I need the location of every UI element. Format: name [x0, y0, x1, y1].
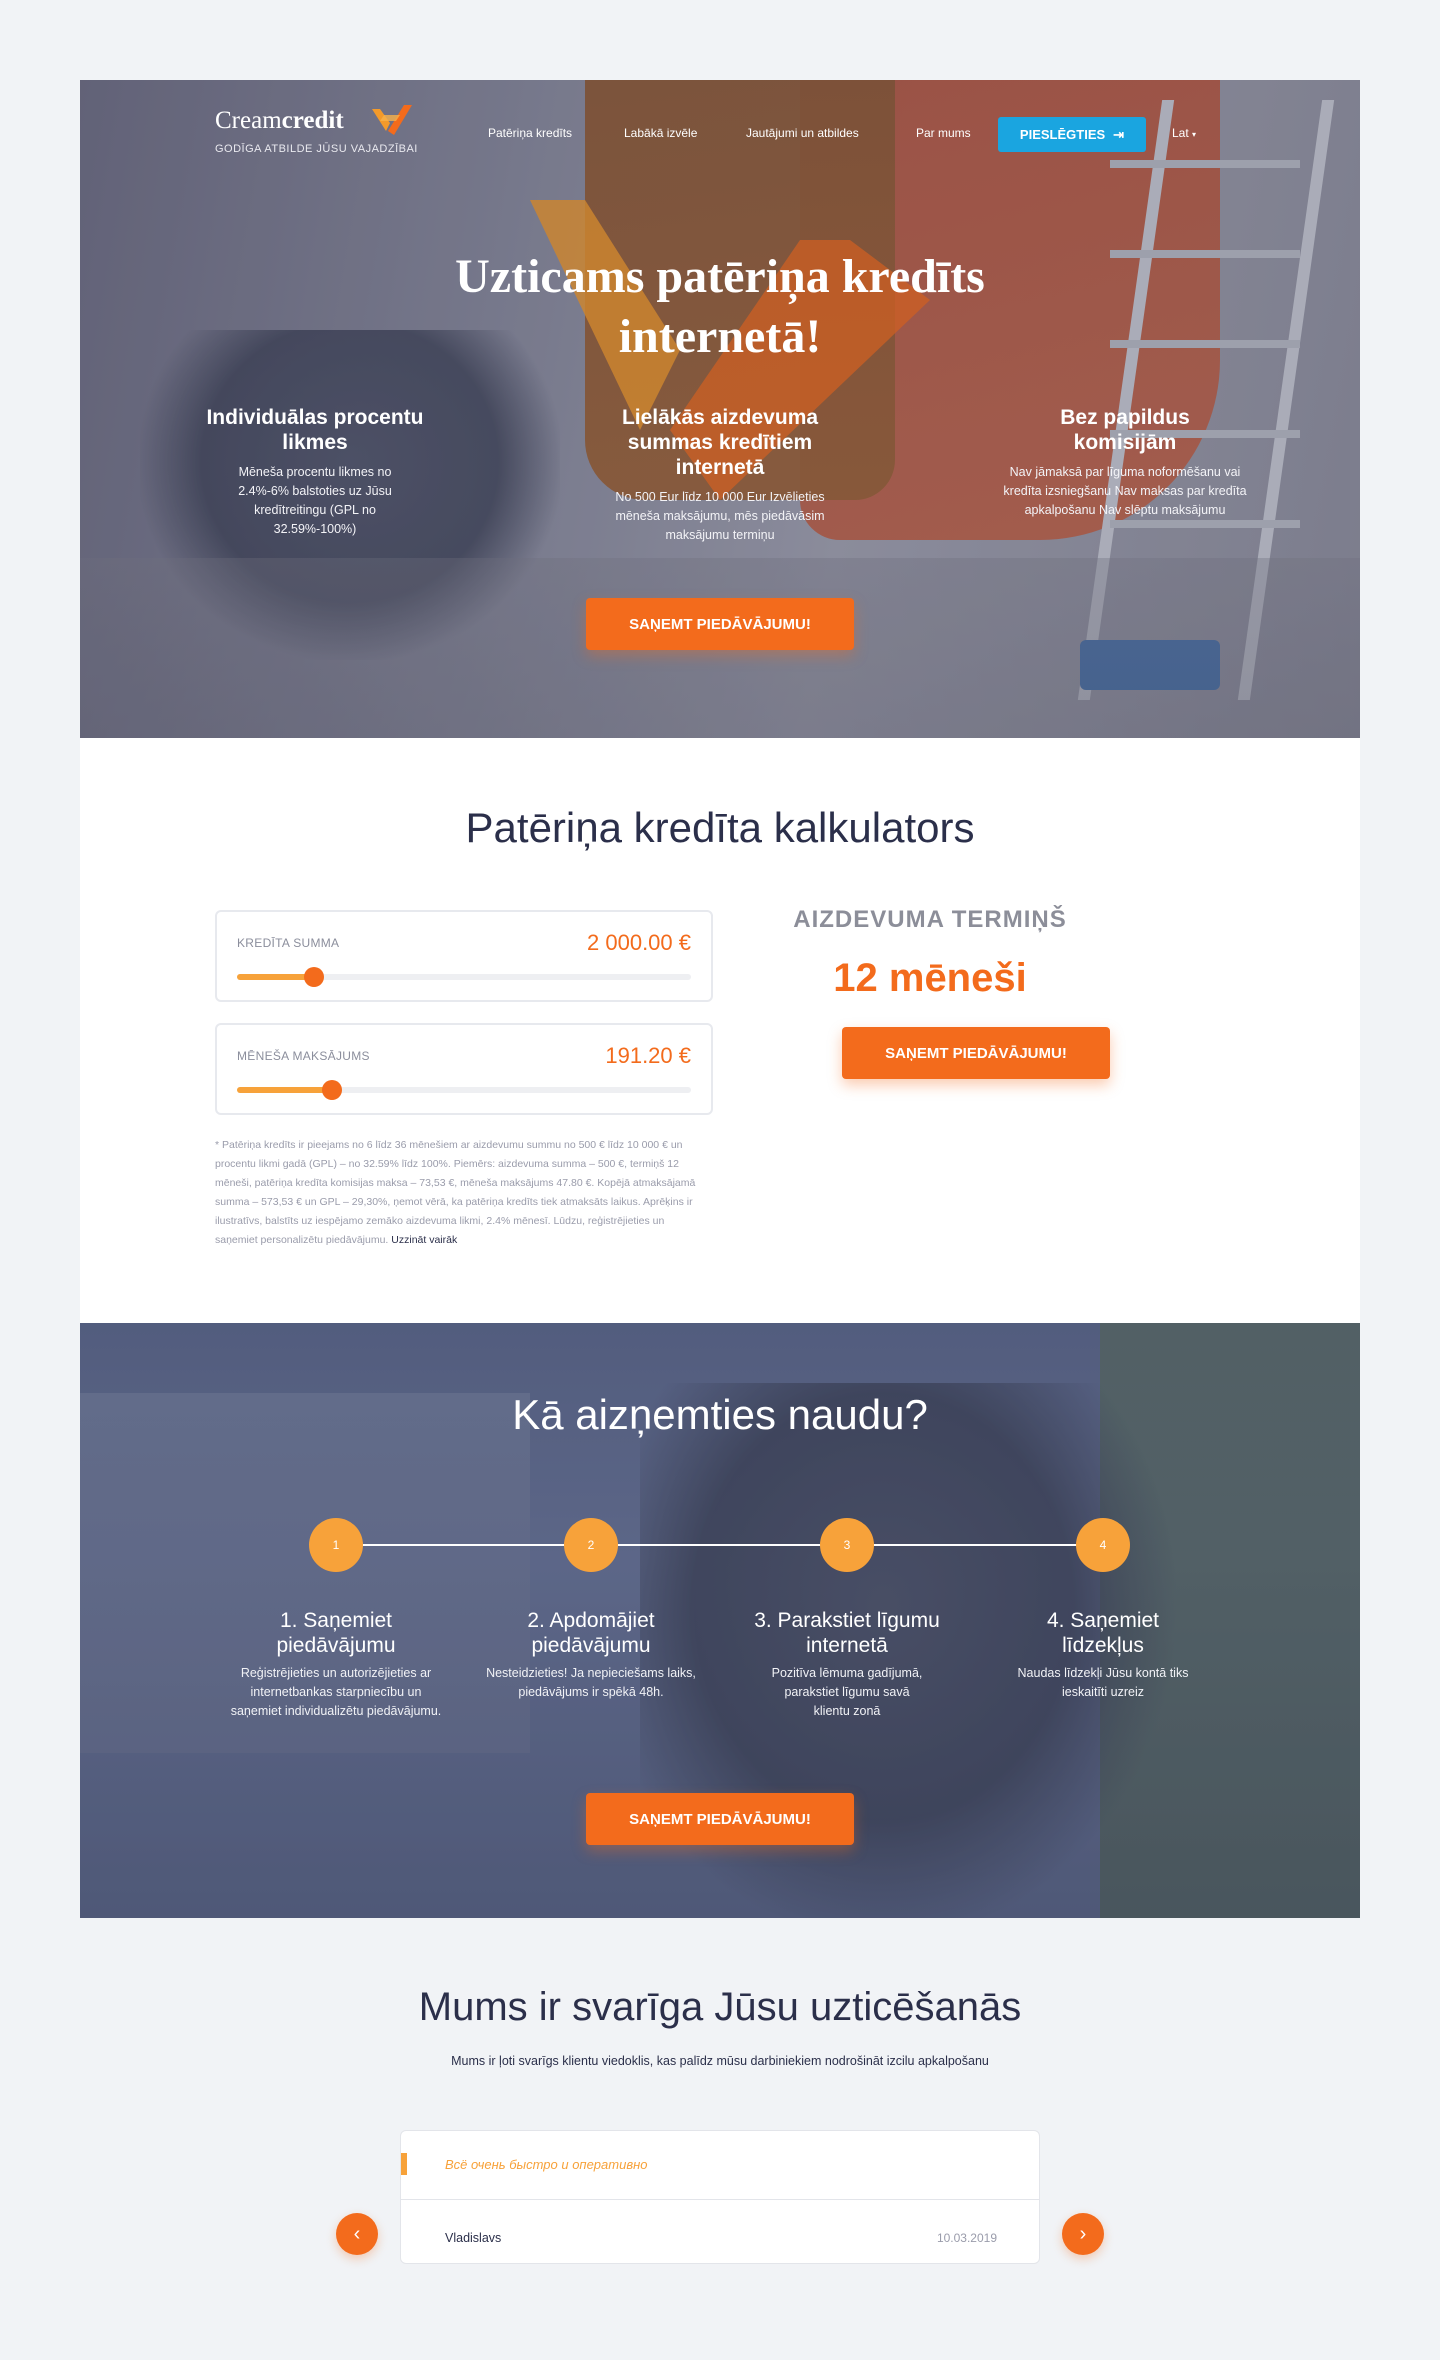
hero-title: Uzticams patēriņa kredīts internetā!: [455, 250, 985, 363]
loan-term-label: AIZDEVUMA TERMIŅŠ: [793, 906, 1067, 933]
step-4-text: Naudas līdzekļi Jūsu kontā tiks ieskaitī…: [1017, 1666, 1189, 1699]
step-3-text: Pozitīva lēmuma gadījumā, parakstiet līg…: [771, 1666, 923, 1718]
step-2: 2. Apdomājiet piedāvājumu Nesteidzieties…: [476, 1608, 706, 1702]
login-label: PIESLĒGTIES: [1019, 127, 1106, 142]
feature-rates: Individuālas procentu likmes Mēneša proc…: [185, 405, 445, 539]
chevron-right-icon: ›: [1079, 2223, 1087, 2245]
nav-faq[interactable]: Jautājumi un atbildes: [746, 126, 859, 140]
how-title: Kā aizņemties naudu?: [512, 1391, 928, 1438]
credit-amount-handle[interactable]: [304, 967, 324, 987]
nav-about-us[interactable]: Par mums: [916, 126, 971, 140]
review-author: Vladislavs: [445, 2231, 502, 2245]
login-button[interactable]: PIESLĒGTIES ⇥: [998, 117, 1146, 152]
review-prev-button[interactable]: ‹: [336, 2213, 378, 2255]
brand-tagline: Godīga atbilde jūsu vajadzībai: [215, 143, 418, 155]
step-1: 1. Saņemiet piedāvājumu Reģistrējieties …: [221, 1608, 451, 1721]
chevron-left-icon: ‹: [353, 2223, 361, 2245]
feature-amounts-text: No 500 Eur līdz 10 000 Eur Izvēlieties m…: [615, 490, 825, 542]
calculator-section: Patēriņa kredīta kalkulators KREDĪTA SUM…: [80, 738, 1360, 1323]
credit-amount-fill: [237, 974, 314, 980]
review-date: 10.03.2019: [936, 2231, 997, 2245]
step-3-title: 3. Parakstiet līgumu internetā: [754, 1609, 940, 1657]
how-get-offer-button[interactable]: SAŅEMT PIEDĀVĀJUMU!: [586, 1793, 854, 1845]
feature-amounts: Lielākās aizdevuma summas kredītiem inte…: [590, 405, 850, 545]
step-3-number: 3: [820, 1518, 874, 1572]
monthly-payment-handle[interactable]: [322, 1080, 342, 1100]
monthly-payment-value: 191.20 €: [605, 1043, 691, 1068]
credit-amount-label: KREDĪTA SUMMA: [237, 936, 340, 950]
monthly-payment-fill: [237, 1087, 332, 1093]
nav-consumer-credit[interactable]: Patēriņa kredīts: [488, 126, 572, 140]
nav-best-choice[interactable]: Labākā izvēle: [624, 126, 697, 140]
calculator-get-offer-button[interactable]: SAŅEMT PIEDĀVĀJUMU!: [842, 1027, 1110, 1079]
credit-amount-slider: KREDĪTA SUMMA 2 000.00 €: [215, 910, 713, 1002]
hero-get-offer-button[interactable]: SAŅEMT PIEDĀVĀJUMU!: [586, 598, 854, 650]
credit-amount-value: 2 000.00 €: [587, 930, 691, 955]
how-to-borrow-section: Kā aizņemties naudu? 1 2 3 4 1. Saņemiet…: [80, 1323, 1360, 1918]
monthly-payment-track[interactable]: [237, 1080, 691, 1100]
feature-rates-text: Mēneša procentu likmes no 2.4%-6% balsto…: [238, 465, 392, 536]
step-2-text: Nesteidzieties! Ja nepieciešams laiks, p…: [486, 1666, 696, 1699]
feature-no-fees-text: Nav jāmaksā par līguma noformēšanu vai k…: [1003, 465, 1247, 517]
hero-section: Creamcredit Godīga atbilde jūsu vajadzīb…: [80, 80, 1360, 738]
loan-term-value: 12 mēneši: [833, 956, 1027, 1000]
step-2-number: 2: [564, 1518, 618, 1572]
step-4: 4. Saņemiet līdzekļus Naudas līdzekļi Jū…: [988, 1608, 1218, 1702]
step-4-number: 4: [1076, 1518, 1130, 1572]
disclaimer-text: * Patēriņa kredīts ir pieejams no 6 līdz…: [215, 1139, 696, 1246]
step-3: 3. Parakstiet līgumu internetā Pozitīva …: [732, 1608, 962, 1721]
top-navigation: Creamcredit Godīga atbilde jūsu vajadzīb…: [80, 80, 1360, 190]
credit-amount-track[interactable]: [237, 967, 691, 987]
chevron-down-icon: ▾: [1192, 130, 1197, 139]
learn-more-link[interactable]: Uzzināt vairāk: [391, 1234, 457, 1246]
review-accent-bar: [401, 2153, 407, 2175]
feature-no-fees: Bez papildus komisijām Nav jāmaksā par l…: [995, 405, 1255, 520]
language-selector[interactable]: Lat ▾: [1172, 126, 1196, 140]
login-arrow-icon: ⇥: [1113, 126, 1125, 142]
review-card: Всё очень быстро и оперативно Vladislavs…: [400, 2130, 1040, 2264]
step-1-number: 1: [309, 1518, 363, 1572]
brand-logo[interactable]: Creamcredit Godīga atbilde jūsu vajadzīb…: [215, 105, 418, 155]
feature-rates-title: Individuālas procentu likmes: [206, 406, 424, 454]
step-2-title: 2. Apdomājiet piedāvājumu: [527, 1609, 655, 1657]
calculator-disclaimer: * Patēriņa kredīts ir pieejams no 6 līdz…: [215, 1136, 705, 1250]
step-1-text: Reģistrējieties un autorizējieties ar in…: [230, 1666, 442, 1718]
step-1-title: 1. Saņemiet piedāvājumu: [276, 1609, 396, 1657]
monthly-payment-slider: MĒNEŠA MAKSĀJUMS 191.20 €: [215, 1023, 713, 1115]
calculator-title: Patēriņa kredīta kalkulators: [465, 804, 975, 851]
step-4-title: 4. Saņemiet līdzekļus: [1046, 1609, 1160, 1657]
monthly-payment-label: MĒNEŠA MAKSĀJUMS: [237, 1049, 370, 1063]
logo-mark-icon: [372, 105, 412, 135]
review-divider: [401, 2199, 1039, 2200]
steps-connector-line: [336, 1544, 1106, 1546]
trust-subtitle: Mums ir ļoti svarīgs klientu viedoklis, …: [451, 2054, 989, 2068]
feature-no-fees-title: Bez papildus komisijām: [1060, 406, 1190, 454]
review-quote: Всё очень быстро и оперативно: [445, 2157, 648, 2172]
feature-amounts-title: Lielākās aizdevuma summas kredītiem inte…: [621, 406, 819, 479]
review-next-button[interactable]: ›: [1062, 2213, 1104, 2255]
trust-title: Mums ir svarīga Jūsu uzticēšanās: [418, 1985, 1022, 2029]
